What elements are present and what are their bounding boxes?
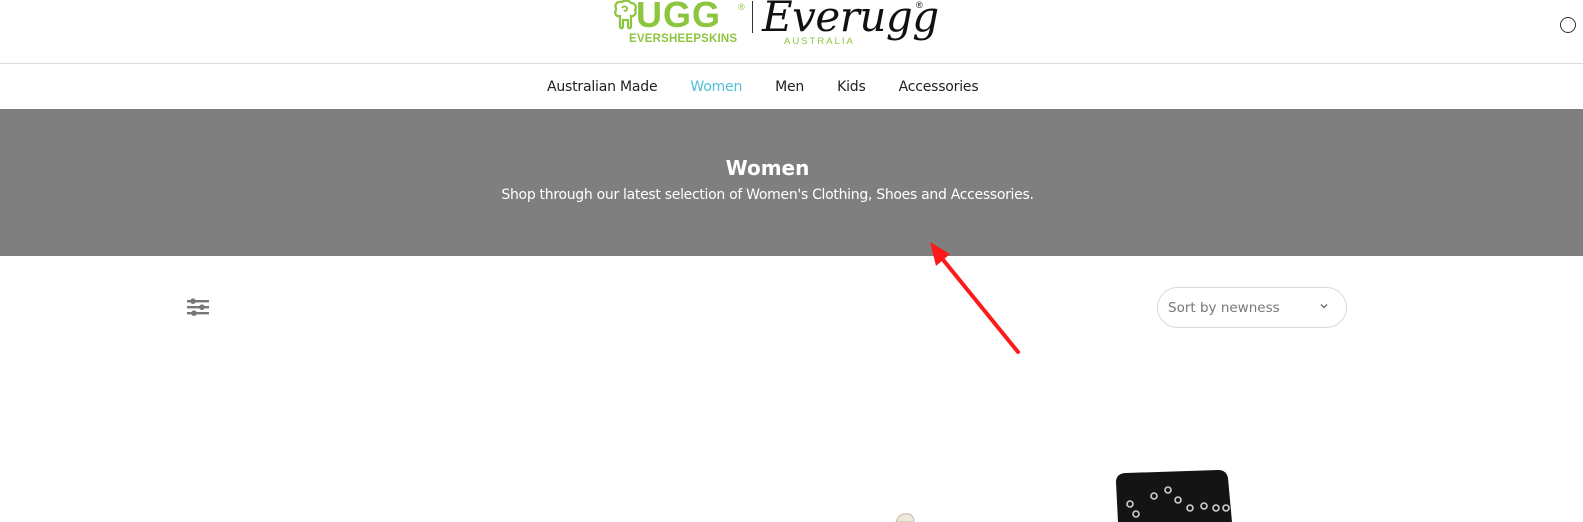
main-nav: Australian Made Women Men Kids Accessori… [547,64,979,109]
logo-eversheepskins-text: EVERSHEEPSKINS [629,33,738,45]
chevron-down-icon [1320,304,1328,309]
logo-registered-mark: ® [738,2,745,12]
nav-item-accessories[interactable]: Accessories [899,79,979,95]
logo-divider [752,1,753,33]
logo-registered-mark: ® [916,0,923,10]
nav-item-kids[interactable]: Kids [837,79,866,95]
product-image-partial [895,513,915,522]
category-hero: Women Shop through our latest selection … [0,109,1583,256]
product-image-partial [1116,470,1232,522]
filter-button[interactable] [185,295,211,319]
logo-australia-text: AUSTRALIA [784,36,855,47]
sliders-icon [187,298,209,316]
nav-item-men[interactable]: Men [775,79,804,95]
annotation-arrow-icon [930,242,1020,354]
page-subtitle: Shop through our latest selection of Wom… [501,187,1034,203]
sort-select-value: Sort by newness [1168,299,1280,316]
page-title: Women [725,156,810,180]
account-icon[interactable] [1560,17,1576,33]
sheep-logo-icon [614,0,637,30]
site-header: UGG ® EVERSHEEPSKINS Everugg ® AUSTRALIA [0,0,1583,64]
nav-item-women[interactable]: Women [690,79,742,95]
sort-select[interactable]: Sort by newness [1157,287,1347,328]
logo-everugg-text: Everugg [762,0,939,41]
nav-item-australian-made[interactable]: Australian Made [547,79,658,95]
site-logo[interactable]: UGG ® EVERSHEEPSKINS Everugg ® AUSTRALIA [612,0,939,48]
logo-ugg-text: UGG [636,0,722,35]
